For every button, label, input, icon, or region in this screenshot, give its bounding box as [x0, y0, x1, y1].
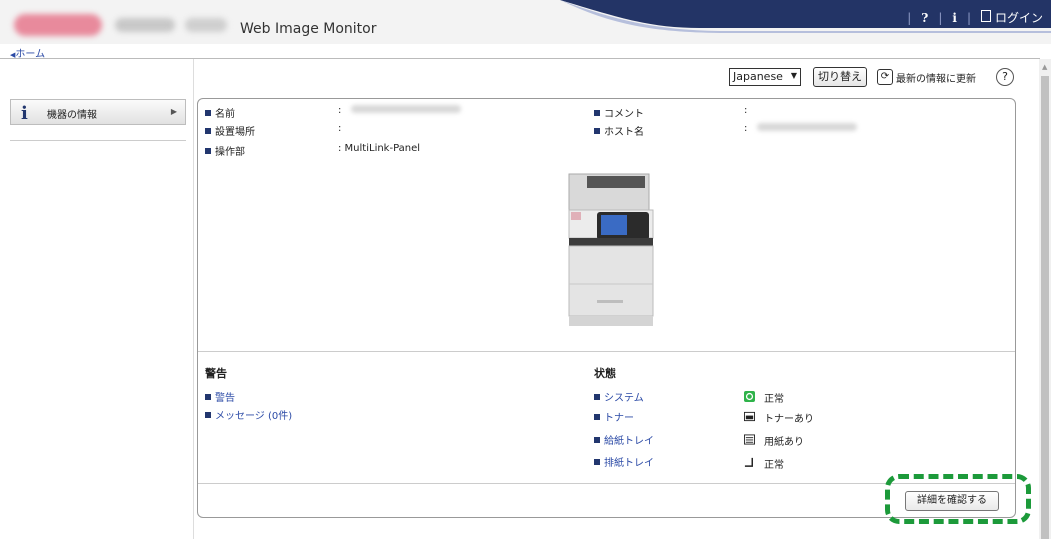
info-comment-row: コメント [594, 105, 644, 120]
nav-separator: | [966, 10, 971, 25]
info-panel-row: 操作部 [205, 143, 245, 158]
login-icon [980, 10, 991, 22]
bullet-icon [594, 394, 600, 400]
status-output-label: 排紙トレイ [604, 458, 654, 469]
alert-link-label: 警告 [215, 393, 235, 404]
redacted-host [756, 123, 857, 131]
status-toner-value: トナーあり [764, 414, 814, 425]
switch-button[interactable]: 切り替え [813, 67, 867, 87]
info-icon: i [21, 103, 28, 124]
login-link[interactable]: ログイン [980, 9, 1043, 26]
redacted-name [350, 105, 461, 113]
chevron-down-icon: ▼ [790, 71, 797, 80]
language-selected: Japanese [733, 70, 783, 83]
bullet-icon [205, 412, 211, 418]
info-host-row: ホスト名 [594, 123, 644, 138]
status-title: 状態 [594, 367, 616, 380]
info-name-label: 名前 [215, 109, 235, 120]
sidebar: i 機器の情報 ▶ [0, 59, 194, 539]
brand-logo-mark [115, 18, 175, 32]
info-name-colon: : [338, 105, 342, 116]
info-name-row: 名前 [205, 105, 235, 120]
toner-icon [744, 411, 755, 422]
brand-logo [14, 14, 102, 36]
panel-divider [198, 351, 1015, 352]
bullet-icon [594, 110, 600, 116]
status-system-label: システム [604, 393, 644, 404]
status-paper-label: 給紙トレイ [604, 436, 654, 447]
system-ok-icon [744, 391, 755, 402]
message-link-label: メッセージ (0件) [215, 411, 293, 422]
detail-button-highlight [885, 474, 1031, 524]
info-location-value: : [338, 123, 342, 134]
info-name-value: : [338, 105, 461, 116]
info-panel-value: : MultiLink-Panel [338, 143, 421, 154]
bullet-icon [205, 110, 211, 116]
info-host-value: : [744, 123, 857, 134]
sidebar-item-device-info[interactable]: i 機器の情報 ▶ [10, 99, 186, 125]
sidebar-divider [10, 140, 186, 141]
refresh-icon: ⟳ [877, 69, 893, 85]
status-paper-value: 用紙あり [764, 437, 804, 448]
refresh-label: 最新の情報に更新 [896, 73, 976, 85]
message-link[interactable]: メッセージ (0件) [205, 407, 292, 422]
status-output-link[interactable]: 排紙トレイ [594, 454, 654, 469]
info-panel-label: 操作部 [215, 147, 245, 158]
info-icon[interactable]: i [952, 11, 957, 25]
status-output-value: 正常 [764, 460, 784, 471]
status-toner-label: トナー [604, 413, 634, 424]
info-location-row: 設置場所 [205, 123, 255, 138]
toolbar: Japanese ▼ 切り替え ⟳ 最新の情報に更新 ? [0, 67, 1040, 89]
header-bar: Web Image Monitor | ? | i | ログイン [0, 0, 1051, 44]
info-location-label: 設置場所 [215, 127, 255, 138]
info-host-label: ホスト名 [604, 127, 644, 138]
bullet-icon [205, 148, 211, 154]
scrollbar-thumb[interactable] [1041, 76, 1049, 539]
scrollbar[interactable]: ▲ [1039, 59, 1051, 539]
language-select[interactable]: Japanese ▼ [729, 68, 801, 86]
refresh-button[interactable]: ⟳ 最新の情報に更新 [877, 69, 976, 85]
bullet-icon [205, 394, 211, 400]
bullet-icon [594, 437, 600, 443]
info-host-colon: : [744, 123, 748, 134]
brand-logo-text [185, 18, 227, 32]
login-label: ログイン [994, 11, 1043, 25]
status-system-value: 正常 [764, 394, 784, 405]
chevron-right-icon: ▶ [170, 107, 177, 116]
bullet-icon [594, 414, 600, 420]
status-toner-link[interactable]: トナー [594, 409, 634, 424]
help-icon[interactable]: ? [921, 11, 928, 25]
printer-image [568, 173, 654, 326]
status-paper-link[interactable]: 給紙トレイ [594, 432, 654, 447]
nav-separator: | [907, 10, 912, 25]
scroll-up-icon[interactable]: ▲ [1042, 63, 1047, 71]
status-system-link[interactable]: システム [594, 389, 644, 404]
top-nav: | ? | i | ログイン [907, 9, 1043, 26]
device-panel: 名前 : 設置場所 : 操作部 : MultiLink-Panel コメント :… [197, 98, 1016, 518]
help-icon[interactable]: ? [996, 68, 1014, 86]
output-tray-icon [744, 457, 753, 467]
info-comment-label: コメント [604, 109, 644, 120]
sidebar-item-label: 機器の情報 [47, 110, 97, 121]
bullet-icon [205, 128, 211, 134]
bullet-icon [594, 459, 600, 465]
bullet-icon [594, 128, 600, 134]
alert-link[interactable]: 警告 [205, 389, 235, 404]
paper-tray-icon [744, 434, 755, 445]
nav-separator: | [938, 10, 943, 25]
alerts-title: 警告 [205, 367, 227, 380]
app-title: Web Image Monitor [240, 21, 377, 37]
info-comment-value: : [744, 105, 748, 116]
